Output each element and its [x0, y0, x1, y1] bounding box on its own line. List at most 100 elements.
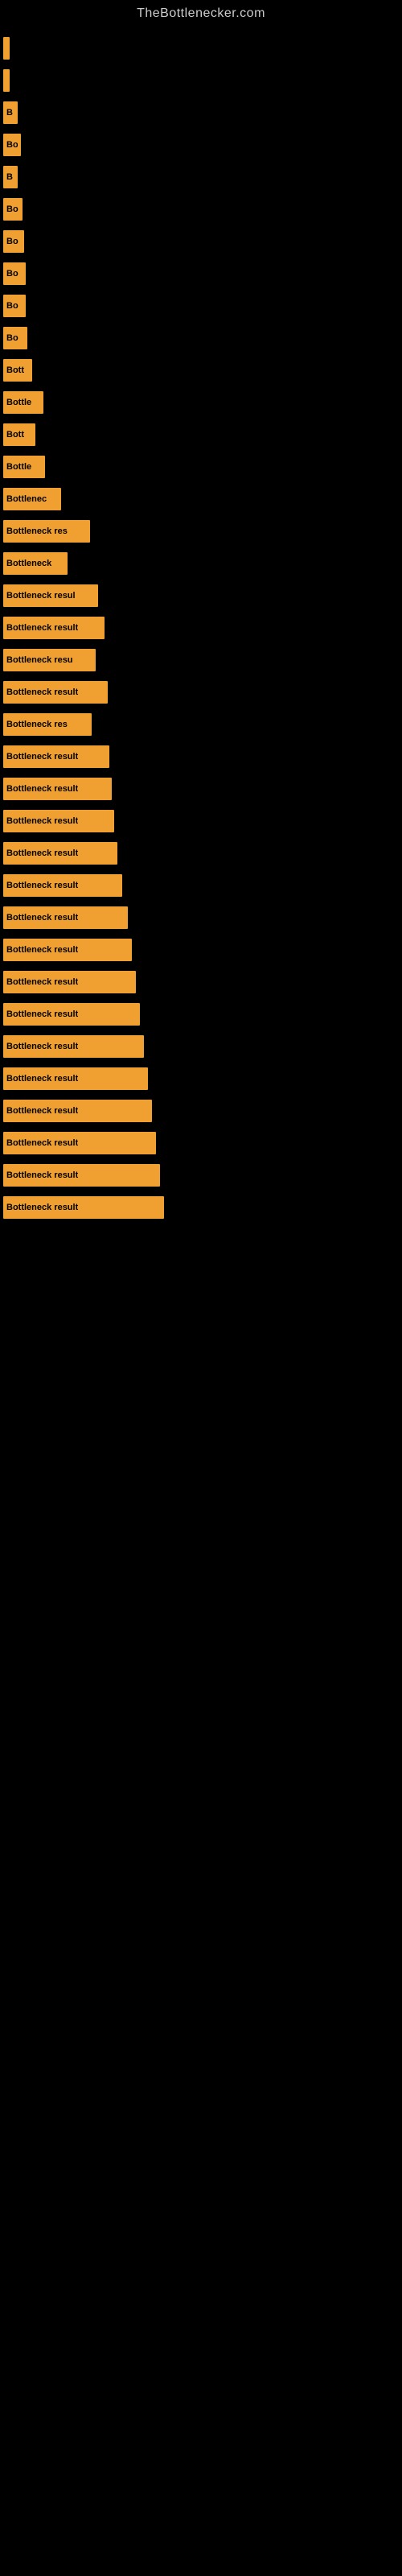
- bar-row: Bo: [0, 290, 402, 322]
- bar-label-23: Bottleneck result: [6, 784, 78, 794]
- bar-6: Bo: [3, 230, 24, 253]
- bar-row: Bott: [0, 419, 402, 451]
- bar-2: B: [3, 101, 18, 124]
- bar-label-25: Bottleneck result: [6, 848, 78, 858]
- bar-34: Bottleneck result: [3, 1132, 156, 1154]
- bar-row: Bottleneck result: [0, 1095, 402, 1127]
- bar-24: Bottleneck result: [3, 810, 114, 832]
- bar-19: Bottleneck resu: [3, 649, 96, 671]
- bar-label-29: Bottleneck result: [6, 977, 78, 987]
- bar-label-3: Bo: [6, 140, 18, 150]
- bar-32: Bottleneck result: [3, 1067, 148, 1090]
- bar-label-9: Bo: [6, 333, 18, 343]
- bar-25: Bottleneck result: [3, 842, 117, 865]
- bar-label-16: Bottleneck: [6, 559, 51, 568]
- bar-label-31: Bottleneck result: [6, 1042, 78, 1051]
- bar-33: Bottleneck result: [3, 1100, 152, 1122]
- bar-label-13: Bottle: [6, 462, 31, 472]
- bar-5: Bo: [3, 198, 23, 221]
- bar-row: Bottle: [0, 451, 402, 483]
- bar-13: Bottle: [3, 456, 45, 478]
- bar-20: Bottleneck result: [3, 681, 108, 704]
- bar-row: Bottleneck result: [0, 1191, 402, 1224]
- bar-16: Bottleneck: [3, 552, 68, 575]
- bar-row: Bottleneck: [0, 547, 402, 580]
- bar-label-22: Bottleneck result: [6, 752, 78, 762]
- bar-row: Bo: [0, 258, 402, 290]
- bar-0: [3, 37, 10, 60]
- bar-row: Bottleneck result: [0, 998, 402, 1030]
- bar-row: [0, 64, 402, 97]
- bar-label-32: Bottleneck result: [6, 1074, 78, 1084]
- bar-row: Bottleneck result: [0, 902, 402, 934]
- bar-11: Bottle: [3, 391, 43, 414]
- bar-9: Bo: [3, 327, 27, 349]
- bar-22: Bottleneck result: [3, 745, 109, 768]
- bar-row: Bottleneck result: [0, 741, 402, 773]
- bar-label-28: Bottleneck result: [6, 945, 78, 955]
- bar-label-6: Bo: [6, 237, 18, 246]
- bar-row: Bo: [0, 225, 402, 258]
- bar-1: [3, 69, 10, 92]
- bar-label-14: Bottlenec: [6, 494, 47, 504]
- bar-label-7: Bo: [6, 269, 18, 279]
- bar-label-20: Bottleneck result: [6, 687, 78, 697]
- bar-27: Bottleneck result: [3, 906, 128, 929]
- bar-31: Bottleneck result: [3, 1035, 144, 1058]
- bars-container: B Bo B Bo Bo Bo Bo Bo Bott Bottle Bott Bottle Bottle…: [0, 24, 402, 1224]
- bar-row: Bottleneck result: [0, 1030, 402, 1063]
- bar-7: Bo: [3, 262, 26, 285]
- bar-row: Bottlenec: [0, 483, 402, 515]
- bar-12: Bott: [3, 423, 35, 446]
- bar-label-26: Bottleneck result: [6, 881, 78, 890]
- bar-label-10: Bott: [6, 365, 24, 375]
- bar-label-27: Bottleneck result: [6, 913, 78, 923]
- bar-label-2: B: [6, 108, 13, 118]
- bar-26: Bottleneck result: [3, 874, 122, 897]
- bar-label-4: B: [6, 172, 13, 182]
- bar-17: Bottleneck resul: [3, 584, 98, 607]
- bar-row: Bott: [0, 354, 402, 386]
- bar-label-21: Bottleneck res: [6, 720, 68, 729]
- bar-label-11: Bottle: [6, 398, 31, 407]
- bar-8: Bo: [3, 295, 26, 317]
- bar-18: Bottleneck result: [3, 617, 105, 639]
- bar-3: Bo: [3, 134, 21, 156]
- bar-row: B: [0, 161, 402, 193]
- site-title: TheBottlenecker.com: [0, 0, 402, 24]
- bar-row: Bottleneck result: [0, 676, 402, 708]
- bar-row: Bottleneck result: [0, 805, 402, 837]
- bar-row: Bottleneck resul: [0, 580, 402, 612]
- bar-4: B: [3, 166, 18, 188]
- bar-row: Bo: [0, 129, 402, 161]
- bar-label-18: Bottleneck result: [6, 623, 78, 633]
- bar-label-35: Bottleneck result: [6, 1170, 78, 1180]
- bar-label-12: Bott: [6, 430, 24, 440]
- bar-label-30: Bottleneck result: [6, 1009, 78, 1019]
- bar-23: Bottleneck result: [3, 778, 112, 800]
- bar-label-17: Bottleneck resul: [6, 591, 76, 601]
- bar-row: Bottleneck result: [0, 869, 402, 902]
- bar-35: Bottleneck result: [3, 1164, 160, 1187]
- bar-row: Bottleneck res: [0, 515, 402, 547]
- bar-21: Bottleneck res: [3, 713, 92, 736]
- bar-row: Bo: [0, 193, 402, 225]
- bar-28: Bottleneck result: [3, 939, 132, 961]
- bar-row: Bottleneck resu: [0, 644, 402, 676]
- bar-row: B: [0, 97, 402, 129]
- bar-row: [0, 32, 402, 64]
- bar-row: Bottleneck result: [0, 612, 402, 644]
- bar-30: Bottleneck result: [3, 1003, 140, 1026]
- bar-row: Bottleneck res: [0, 708, 402, 741]
- bar-row: Bottleneck result: [0, 966, 402, 998]
- bar-label-34: Bottleneck result: [6, 1138, 78, 1148]
- bar-14: Bottlenec: [3, 488, 61, 510]
- bar-row: Bottleneck result: [0, 773, 402, 805]
- bar-36: Bottleneck result: [3, 1196, 164, 1219]
- bar-label-33: Bottleneck result: [6, 1106, 78, 1116]
- bar-row: Bottleneck result: [0, 1127, 402, 1159]
- bar-label-36: Bottleneck result: [6, 1203, 78, 1212]
- bar-row: Bottleneck result: [0, 1063, 402, 1095]
- bar-row: Bottleneck result: [0, 837, 402, 869]
- bar-label-19: Bottleneck resu: [6, 655, 73, 665]
